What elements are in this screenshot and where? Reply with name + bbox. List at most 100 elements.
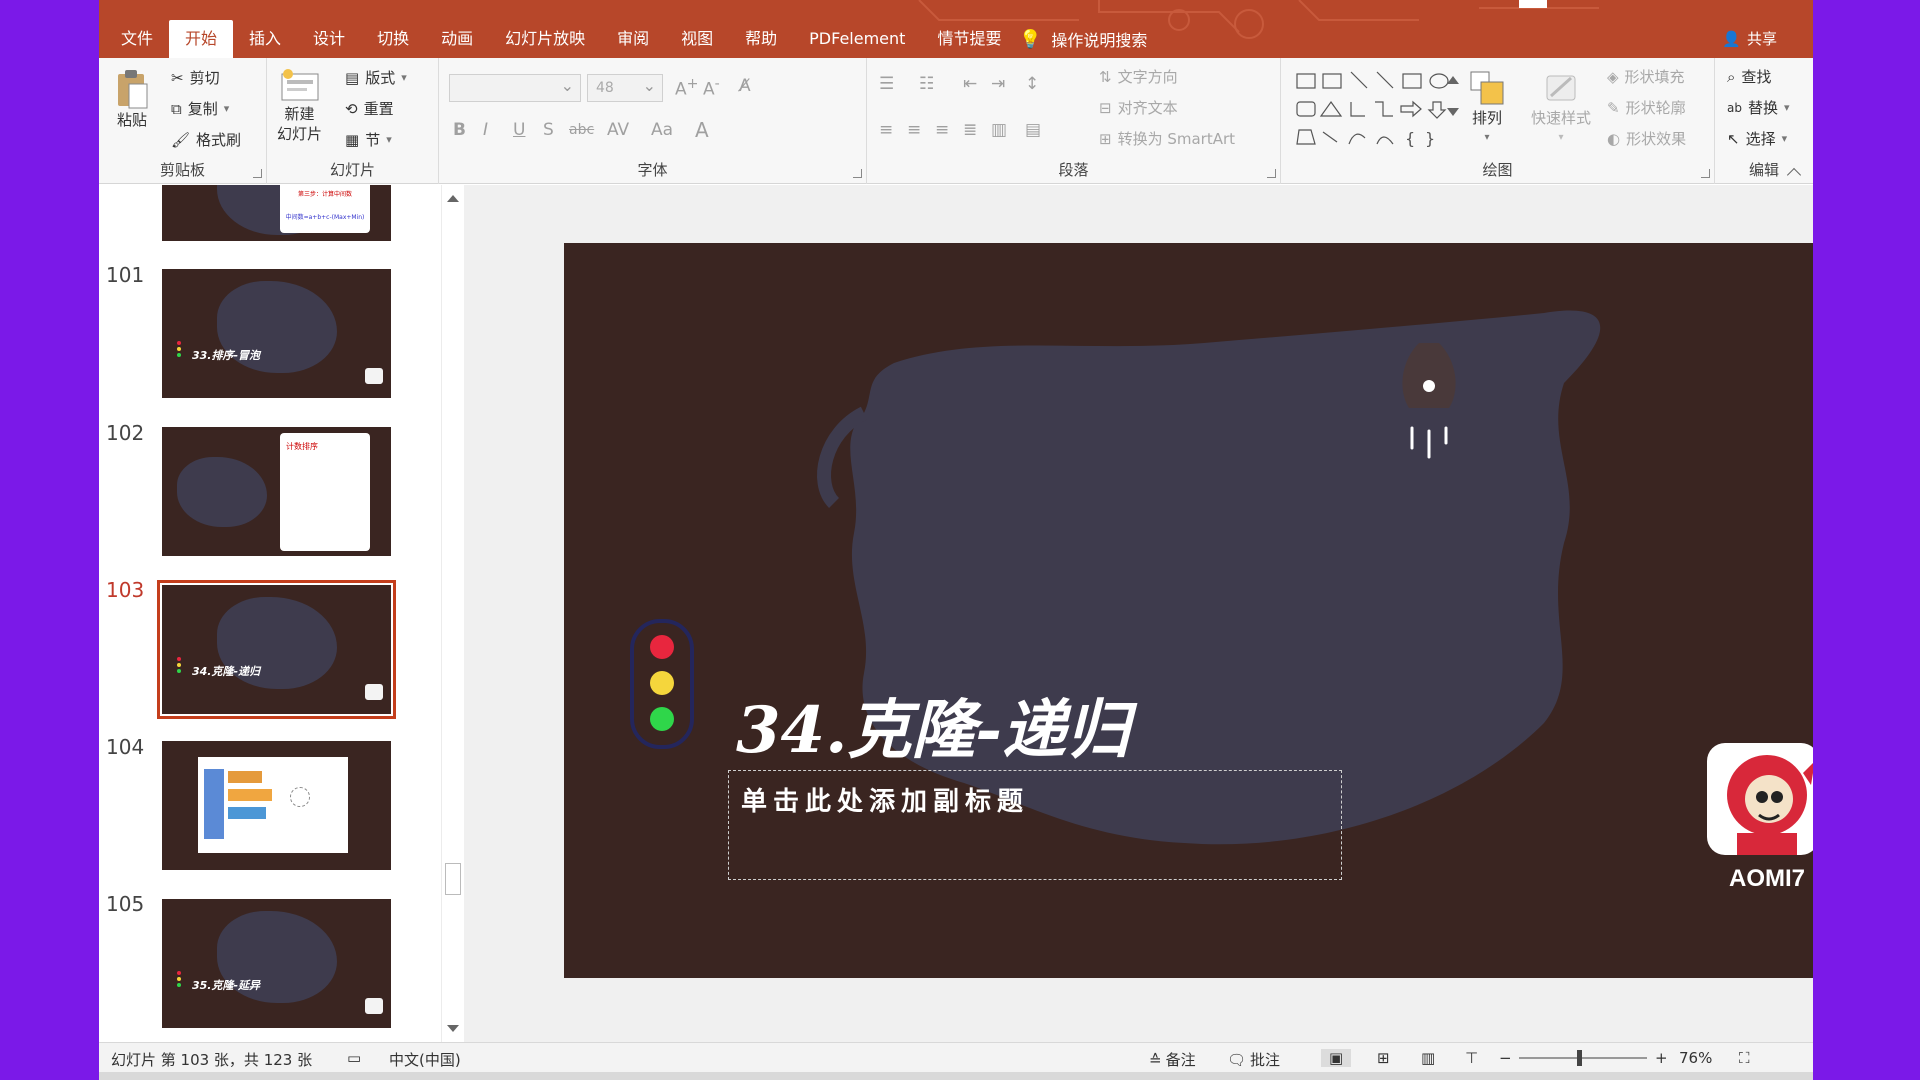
tab-file[interactable]: 文件 — [105, 20, 169, 58]
format-painter-button[interactable]: 🖌 格式刷 — [171, 129, 241, 150]
section-button[interactable]: ▦ 节 ▾ — [345, 129, 392, 150]
clear-format-icon[interactable]: A̸ — [739, 76, 751, 96]
italic-icon[interactable]: I — [483, 120, 488, 140]
zoom-slider-thumb[interactable] — [1577, 1050, 1582, 1066]
spell-check-icon[interactable]: ▭ — [347, 1049, 361, 1067]
font-color-icon[interactable]: A — [695, 118, 709, 142]
tell-me-search[interactable]: 💡 操作说明搜索 — [1019, 27, 1147, 51]
align-text-label: 对齐文本 — [1117, 99, 1178, 117]
grow-font-icon[interactable]: A+ — [675, 76, 699, 100]
slide-counter: 幻灯片 第 103 张，共 123 张 — [111, 1051, 313, 1069]
tab-slideshow[interactable]: 幻灯片放映 — [489, 20, 601, 58]
paragraph-launcher[interactable] — [1267, 169, 1276, 178]
zoom-slider[interactable] — [1519, 1050, 1647, 1066]
zoom-level[interactable]: 76% — [1679, 1049, 1712, 1067]
text-direction-label: 文字方向 — [1117, 68, 1178, 86]
justify-icon[interactable]: ≣ — [963, 120, 977, 140]
slide-thumbnail[interactable]: 计数排序 — [162, 427, 391, 556]
quick-styles-button[interactable]: 快速样式 ▾ — [1531, 68, 1591, 148]
mascot-icon — [1727, 755, 1813, 855]
columns-icon[interactable]: ▤ — [1025, 120, 1041, 140]
distributed-icon[interactable]: ▥ — [991, 120, 1007, 140]
scroll-thumb[interactable] — [445, 863, 461, 895]
language-indicator[interactable]: 中文(中国) — [389, 1049, 461, 1070]
notes-button[interactable]: ≙ 备注 — [1149, 1049, 1196, 1070]
zoom-out-button[interactable]: − — [1499, 1049, 1512, 1067]
tab-pdfelement[interactable]: PDFelement — [793, 20, 921, 58]
slide-number: 102 — [106, 421, 145, 445]
reading-view-icon[interactable]: ▥ — [1421, 1049, 1435, 1067]
clipboard-launcher[interactable] — [253, 169, 262, 178]
search-icon: ⌕ — [1727, 67, 1736, 86]
slide-thumbnail-selected[interactable]: 34.克隆-递归 — [157, 580, 396, 719]
slideshow-icon[interactable]: ⊤ — [1465, 1049, 1478, 1067]
slide-sorter-icon[interactable]: ⊞ — [1377, 1049, 1390, 1067]
replace-button[interactable]: ab 替换 ▾ — [1727, 97, 1790, 118]
logo-icon — [365, 684, 383, 700]
slide-thumbnail[interactable] — [162, 741, 391, 870]
cut-button[interactable]: ✂ 剪切 — [171, 67, 220, 88]
layout-button[interactable]: ▤ 版式 ▾ — [345, 67, 407, 88]
share-button[interactable]: 👤 共享 — [1722, 28, 1777, 49]
bold-icon[interactable]: B — [453, 120, 466, 140]
change-case-icon[interactable]: Aa — [651, 120, 673, 140]
current-slide[interactable]: 34.克隆-递归 单击此处添加副标题 AOMI7 — [564, 243, 1813, 978]
reset-button[interactable]: ⟲ 重置 — [345, 98, 394, 119]
font-size-combo[interactable]: 48 — [587, 73, 663, 102]
select-button[interactable]: ↖ 选择 ▾ — [1727, 128, 1787, 149]
slide-title[interactable]: 34.克隆-递归 — [736, 679, 1130, 771]
shape-fill-button[interactable]: ◈ 形状填充 — [1607, 66, 1685, 87]
decrease-indent-icon[interactable]: ⇤ — [963, 74, 977, 94]
font-launcher[interactable] — [853, 169, 862, 178]
tab-design[interactable]: 设计 — [297, 20, 361, 58]
paste-button[interactable]: 粘贴 — [115, 68, 149, 130]
tab-view[interactable]: 视图 — [665, 20, 729, 58]
tab-insert[interactable]: 插入 — [233, 20, 297, 58]
bullets-icon[interactable]: ☰ — [879, 74, 894, 94]
slide-thumbnail[interactable]: 第三步：计算中间数 中间数=a+b+c-(Max+Min) — [162, 185, 391, 241]
arrange-button[interactable]: 排列 ▾ — [1467, 68, 1507, 148]
copy-button[interactable]: ⧉ 复制 ▾ — [171, 98, 229, 119]
zoom-in-button[interactable]: + — [1655, 1049, 1668, 1067]
tab-animations[interactable]: 动画 — [425, 20, 489, 58]
shape-outline-label: 形状轮廓 — [1625, 99, 1686, 117]
tab-storyboard[interactable]: 情节提要 — [921, 20, 1017, 58]
align-center-icon[interactable]: ≡ — [907, 120, 921, 140]
slide-thumbnail[interactable]: 35.克隆-延异 — [162, 899, 391, 1028]
align-text-button[interactable]: ⊟ 对齐文本 — [1099, 97, 1178, 118]
line-spacing-icon[interactable]: ↕ — [1025, 74, 1039, 94]
strikethrough-icon[interactable]: abc — [569, 122, 594, 138]
align-left-icon[interactable]: ≡ — [879, 120, 893, 140]
drawing-launcher[interactable] — [1701, 169, 1710, 178]
shape-outline-button[interactable]: ✎ 形状轮廓 — [1607, 97, 1686, 118]
font-name-combo[interactable] — [449, 73, 581, 102]
increase-indent-icon[interactable]: ⇥ — [991, 74, 1005, 94]
char-spacing-icon[interactable]: AV — [607, 120, 629, 140]
underline-icon[interactable]: U — [513, 120, 525, 140]
thumb-title: 33.排序-冒泡 — [192, 349, 261, 362]
tab-home[interactable]: 开始 — [169, 20, 234, 58]
find-label: 查找 — [1741, 68, 1772, 86]
shrink-font-icon[interactable]: A- — [703, 76, 720, 100]
numbering-icon[interactable]: ☷ — [919, 74, 934, 94]
shadow-icon[interactable]: S — [543, 120, 554, 140]
slide-thumbnail[interactable]: 33.排序-冒泡 — [162, 269, 391, 398]
comments-button[interactable]: 🗨 批注 — [1227, 1049, 1280, 1070]
scroll-up-arrow[interactable] — [447, 195, 459, 202]
shapes-gallery[interactable]: { } — [1293, 68, 1463, 152]
scroll-down-arrow[interactable] — [447, 1025, 459, 1032]
tab-help[interactable]: 帮助 — [729, 20, 793, 58]
section-icon: ▦ — [345, 130, 360, 149]
find-button[interactable]: ⌕ 查找 — [1727, 66, 1771, 87]
thumbnail-scrollbar[interactable] — [441, 185, 463, 1042]
tab-transitions[interactable]: 切换 — [361, 20, 425, 58]
align-right-icon[interactable]: ≡ — [935, 120, 949, 140]
subtitle-placeholder[interactable]: 单击此处添加副标题 — [728, 770, 1342, 880]
tab-review[interactable]: 审阅 — [601, 20, 665, 58]
fit-to-window-icon[interactable]: ⛶ — [1739, 1049, 1750, 1067]
shape-effects-button[interactable]: ◐ 形状效果 — [1607, 128, 1686, 149]
convert-smartart-button[interactable]: ⊞ 转换为 SmartArt — [1099, 128, 1235, 149]
text-direction-button[interactable]: ⇅ 文字方向 — [1099, 66, 1178, 87]
normal-view-icon[interactable]: ▣ — [1321, 1049, 1352, 1067]
new-slide-button[interactable]: 新建 幻灯片 — [277, 68, 322, 144]
